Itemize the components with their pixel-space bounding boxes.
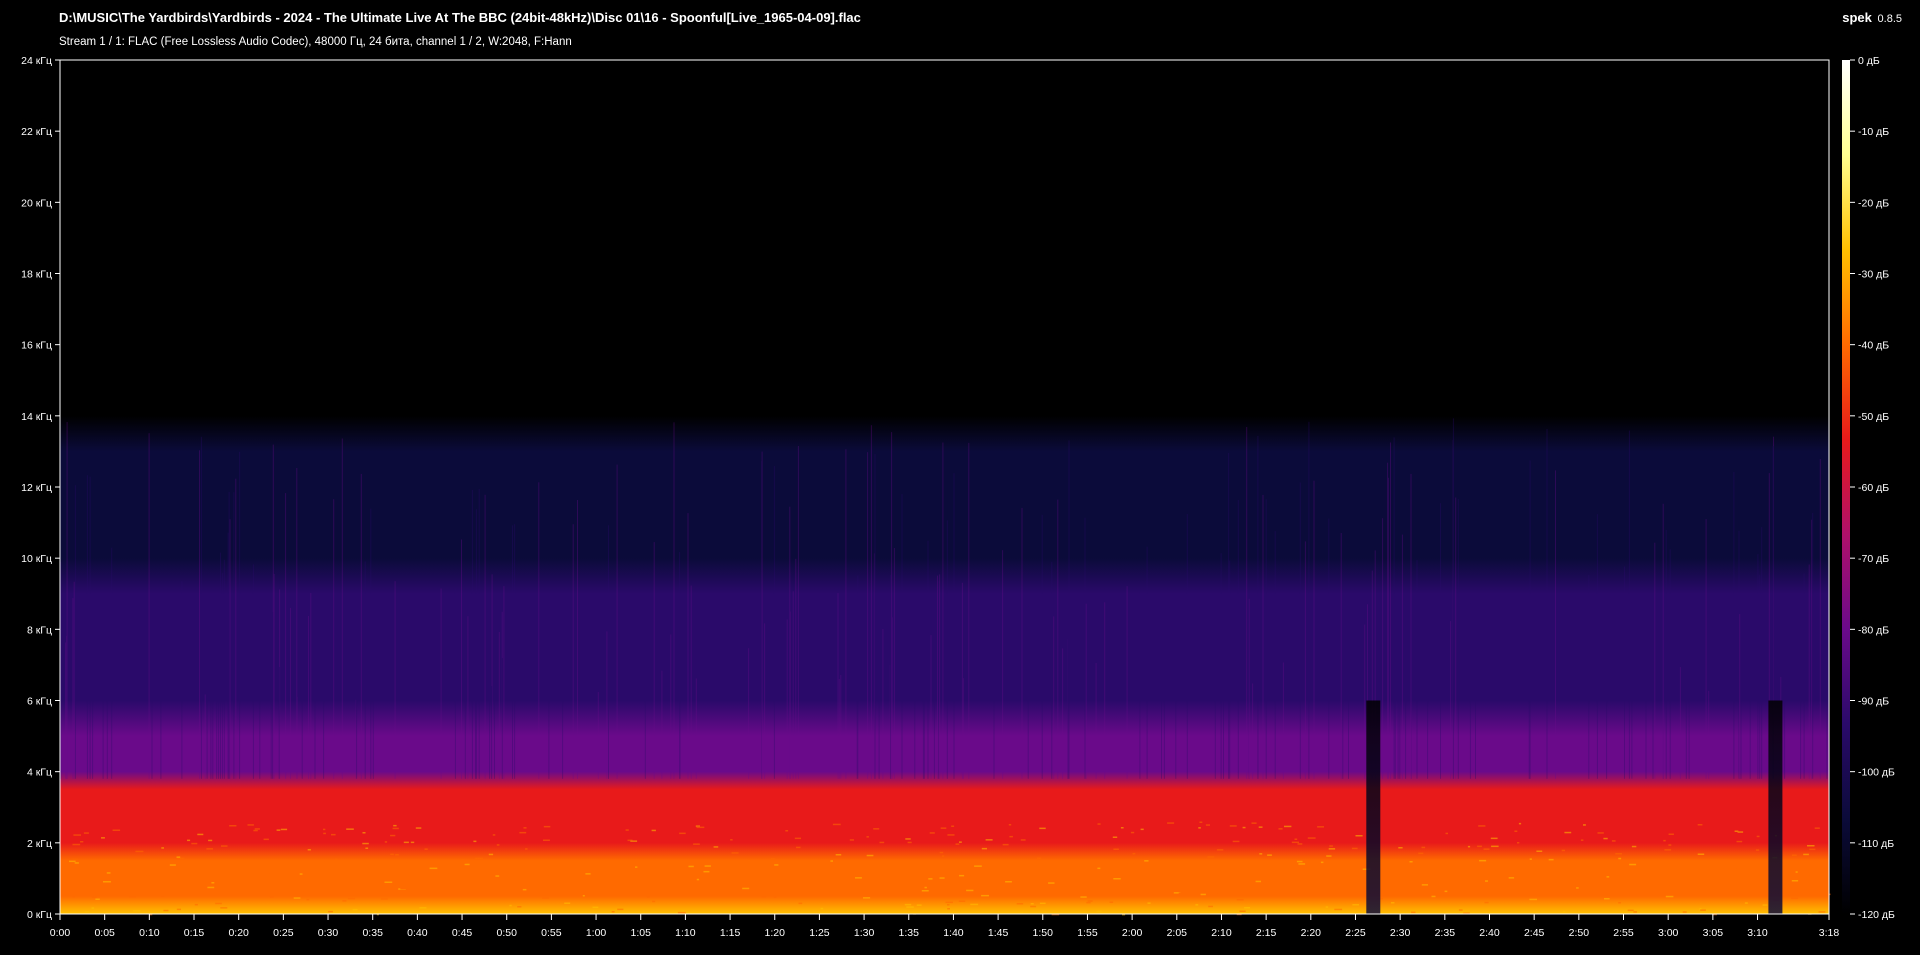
x-tick-label: 1:45 bbox=[988, 927, 1009, 939]
x-tick-label: 3:10 bbox=[1747, 927, 1768, 939]
y-tick-label: 0 кГц bbox=[27, 909, 52, 921]
colorbar-tick-label: -20 дБ bbox=[1858, 197, 1889, 209]
y-tick-label: 24 кГц bbox=[21, 55, 52, 67]
colorbar-tick-label: -10 дБ bbox=[1858, 126, 1889, 138]
colorbar-tick-label: -90 дБ bbox=[1858, 696, 1889, 708]
dropout-band-1 bbox=[1768, 700, 1783, 914]
colorbar-tick-label: -40 дБ bbox=[1858, 340, 1889, 352]
colorbar-tick-label: -70 дБ bbox=[1858, 553, 1889, 565]
x-tick-label: 1:55 bbox=[1077, 927, 1098, 939]
x-tick-label: 3:05 bbox=[1703, 927, 1724, 939]
x-tick-label: 0:25 bbox=[273, 927, 294, 939]
x-tick-label: 3:18 bbox=[1819, 927, 1840, 939]
x-tick-label: 3:00 bbox=[1658, 927, 1679, 939]
spectrogram-plot bbox=[60, 60, 1831, 916]
x-tick-label: 1:00 bbox=[586, 927, 607, 939]
x-tick-label: 1:40 bbox=[943, 927, 964, 939]
colorbar-tick-label: -120 дБ bbox=[1858, 909, 1895, 921]
colorbar-tick-label: -50 дБ bbox=[1858, 411, 1889, 423]
y-tick-label: 14 кГц bbox=[21, 411, 52, 423]
x-tick-label: 2:00 bbox=[1122, 927, 1143, 939]
x-tick-label: 1:50 bbox=[1033, 927, 1054, 939]
x-tick-label: 0:15 bbox=[184, 927, 205, 939]
x-tick-label: 2:05 bbox=[1167, 927, 1188, 939]
x-tick-label: 0:50 bbox=[496, 927, 517, 939]
x-tick-label: 0:45 bbox=[452, 927, 473, 939]
spectrogram-chart: 0 кГц 2 кГц 4 кГц 6 кГц 8 кГц 10 кГц 12 кГц 14 … bbox=[21, 55, 1895, 939]
y-tick-label: 18 кГц bbox=[21, 269, 52, 281]
x-axis: 0:00 0:05 0:10 0:15 0:20 0:25 0:30 0:35 0:40 0:45… bbox=[50, 914, 1840, 939]
colorbar-tick-label: 0 дБ bbox=[1858, 55, 1880, 67]
y-tick-label: 20 кГц bbox=[21, 197, 52, 209]
colorbar-tick-label: -30 дБ bbox=[1858, 269, 1889, 281]
y-axis: 0 кГц 2 кГц 4 кГц 6 кГц 8 кГц 10 кГц 12 кГц 14 … bbox=[21, 55, 60, 921]
x-tick-label: 0:00 bbox=[50, 927, 71, 939]
y-tick-label: 16 кГц bbox=[21, 340, 52, 352]
y-tick-label: 4 кГц bbox=[27, 767, 52, 779]
y-tick-label: 10 кГц bbox=[21, 553, 52, 565]
x-tick-label: 0:20 bbox=[228, 927, 249, 939]
y-tick-label: 6 кГц bbox=[27, 696, 52, 708]
x-tick-label: 1:20 bbox=[765, 927, 786, 939]
spek-window: D:\MUSIC\The Yardbirds\Yardbirds - 2024 … bbox=[0, 0, 1920, 955]
spectral-energy bbox=[60, 60, 1829, 914]
x-tick-label: 0:40 bbox=[407, 927, 428, 939]
x-tick-label: 2:10 bbox=[1211, 927, 1232, 939]
colorbar-tick-label: -60 дБ bbox=[1858, 482, 1889, 494]
x-tick-label: 1:35 bbox=[899, 927, 920, 939]
colorbar-tick-label: -80 дБ bbox=[1858, 624, 1889, 636]
x-tick-label: 1:05 bbox=[631, 927, 652, 939]
x-tick-label: 2:55 bbox=[1613, 927, 1634, 939]
x-tick-label: 1:25 bbox=[809, 927, 830, 939]
x-tick-label: 2:40 bbox=[1479, 927, 1500, 939]
dropout-band-0 bbox=[1366, 700, 1381, 914]
x-tick-label: 2:45 bbox=[1524, 927, 1545, 939]
x-tick-label: 2:35 bbox=[1435, 927, 1456, 939]
x-tick-label: 0:55 bbox=[541, 927, 562, 939]
x-tick-label: 1:10 bbox=[675, 927, 696, 939]
x-tick-label: 0:35 bbox=[362, 927, 383, 939]
x-tick-label: 2:15 bbox=[1256, 927, 1277, 939]
x-tick-label: 0:05 bbox=[94, 927, 115, 939]
x-tick-label: 0:30 bbox=[318, 927, 339, 939]
y-tick-label: 8 кГц bbox=[27, 624, 52, 636]
x-tick-label: 2:25 bbox=[1345, 927, 1366, 939]
y-tick-label: 2 кГц bbox=[27, 838, 52, 850]
x-tick-label: 2:20 bbox=[1301, 927, 1322, 939]
colorbar-gradient bbox=[1842, 60, 1850, 914]
x-tick-label: 0:10 bbox=[139, 927, 160, 939]
x-tick-label: 2:30 bbox=[1390, 927, 1411, 939]
x-tick-label: 1:30 bbox=[854, 927, 875, 939]
y-tick-label: 12 кГц bbox=[21, 482, 52, 494]
colorbar-tick-label: -100 дБ bbox=[1858, 767, 1895, 779]
colorbar: 0 дБ -10 дБ -20 дБ -30 дБ -40 дБ -50 дБ -60 дБ… bbox=[1842, 55, 1895, 921]
x-tick-label: 1:15 bbox=[720, 927, 741, 939]
y-tick-label: 22 кГц bbox=[21, 126, 52, 138]
colorbar-tick-label: -110 дБ bbox=[1858, 838, 1894, 850]
x-tick-label: 2:50 bbox=[1569, 927, 1590, 939]
